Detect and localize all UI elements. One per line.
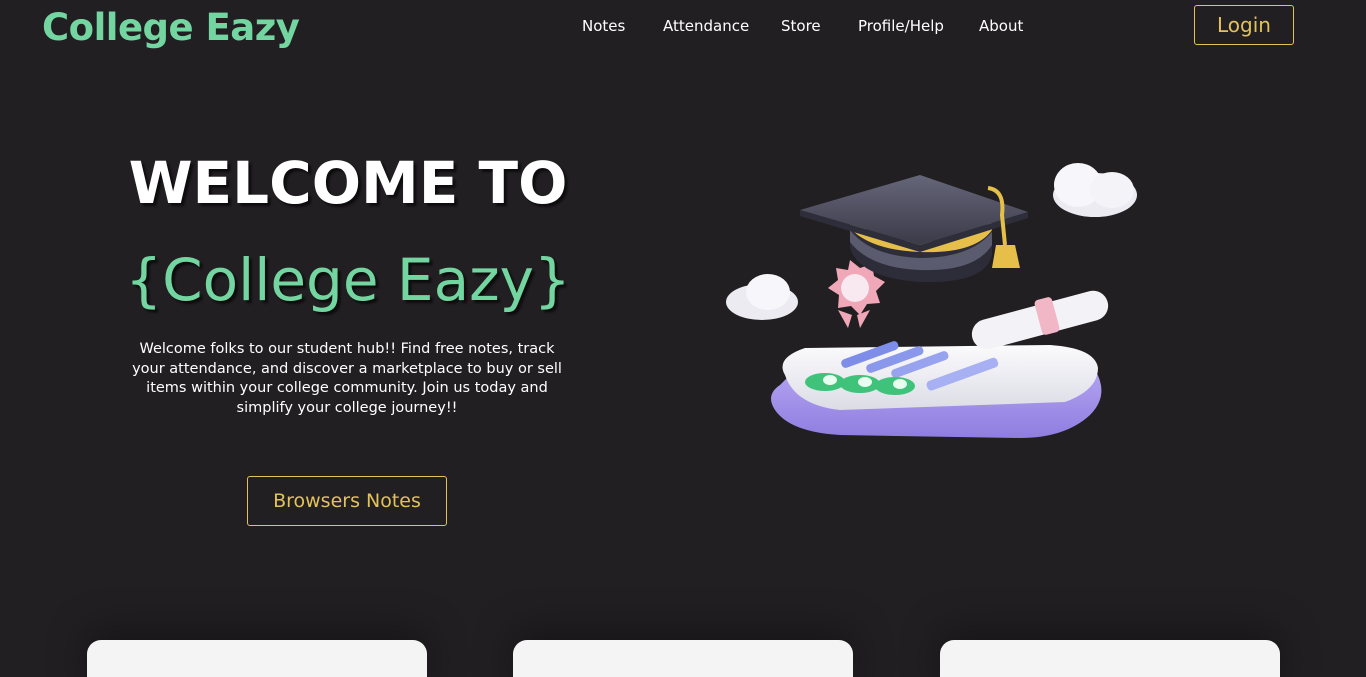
feature-card[interactable] xyxy=(87,640,427,677)
site-logo[interactable]: College Eazy xyxy=(42,4,300,52)
nav-item-about[interactable]: About xyxy=(979,16,1023,36)
feature-card[interactable] xyxy=(940,640,1280,677)
cloud-icon xyxy=(1053,163,1137,217)
browse-notes-button[interactable]: Browsers Notes xyxy=(247,476,447,526)
nav-item-attendance[interactable]: Attendance xyxy=(663,16,749,36)
page: College Eazy Notes Attendance Store Prof… xyxy=(0,0,1366,677)
cloud-icon xyxy=(726,274,798,320)
nav-item-notes[interactable]: Notes xyxy=(582,16,625,36)
hero-description: Welcome folks to our student hub!! Find … xyxy=(132,341,562,416)
login-button[interactable]: Login xyxy=(1194,5,1294,45)
hero-title: WELCOME TO xyxy=(128,149,568,217)
hero-brand-line: {College Eazy} xyxy=(125,246,571,314)
nav-item-store[interactable]: Store xyxy=(781,16,821,36)
graduation-illustration xyxy=(726,163,1137,438)
feature-card[interactable] xyxy=(513,640,853,677)
nav-item-profile-help[interactable]: Profile/Help xyxy=(858,16,944,36)
graduation-cap-icon xyxy=(800,175,1028,283)
